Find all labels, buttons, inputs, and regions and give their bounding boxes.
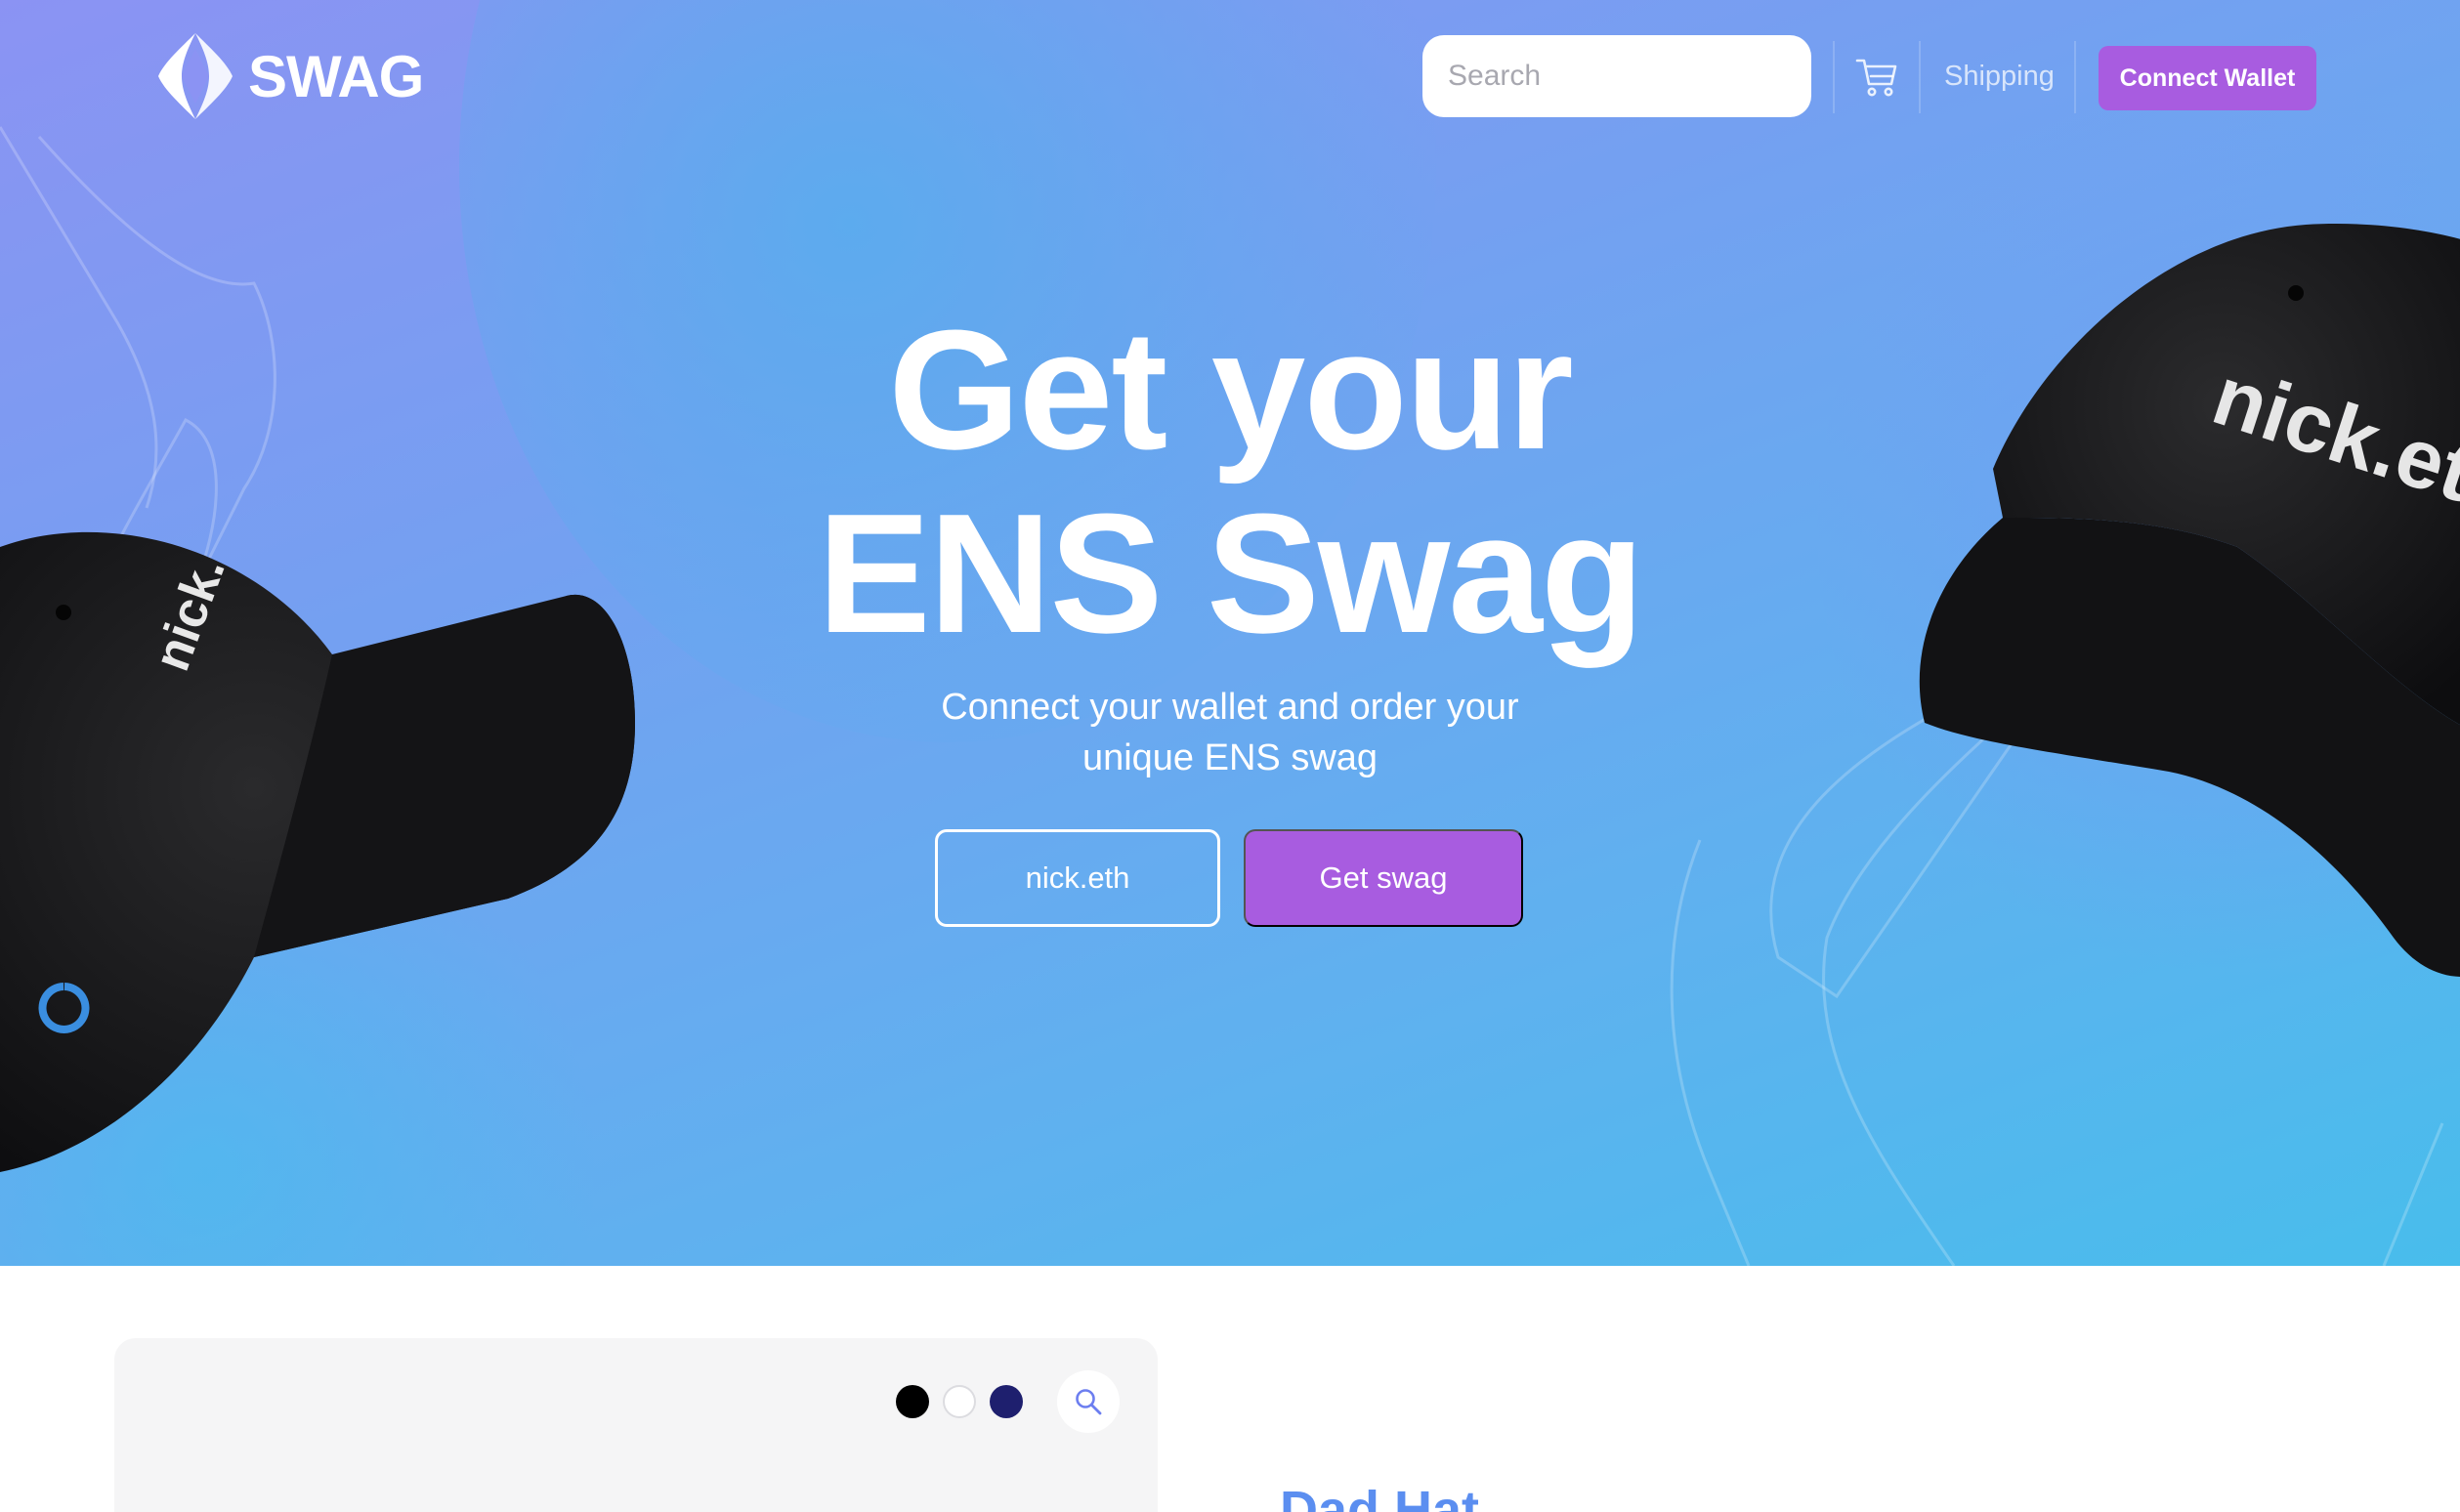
color-swatch-black[interactable] xyxy=(896,1385,929,1418)
shipping-link[interactable]: Shipping xyxy=(1944,61,2055,93)
hero-headline: Get your ENS Swag xyxy=(742,298,1718,665)
color-swatch-navy[interactable] xyxy=(990,1385,1023,1418)
hero-subtitle: Connect your wallet and order your uniqu… xyxy=(839,682,1621,783)
logo[interactable]: SWAG xyxy=(152,29,424,123)
product-image-card xyxy=(114,1338,1158,1512)
hero-section: nick. nick.et SWAG Search Shipping Conne… xyxy=(0,0,2460,1266)
product-title: Dad Hat xyxy=(1280,1481,1480,1512)
search-box[interactable] xyxy=(1422,35,1811,117)
headline-line-2: ENS Swag xyxy=(817,478,1645,668)
header-divider xyxy=(2074,41,2076,113)
zoom-button[interactable] xyxy=(1057,1370,1120,1433)
header-divider xyxy=(1833,41,1835,113)
get-swag-button[interactable]: Get swag xyxy=(1244,829,1523,927)
hat-image-left: nick. xyxy=(0,531,635,1172)
logo-text: SWAG xyxy=(248,43,424,109)
ens-logo-icon xyxy=(158,33,233,119)
search-zoom-icon xyxy=(1076,1389,1102,1415)
subtitle-line-2: unique ENS swag xyxy=(1082,737,1378,778)
headline-line-1: Get your xyxy=(888,294,1573,484)
ens-name-field[interactable]: nick.eth xyxy=(935,829,1220,927)
hat-image-right: nick.et xyxy=(1919,224,2460,977)
subtitle-line-1: Connect your wallet and order your xyxy=(941,687,1519,728)
header-divider xyxy=(1919,41,1921,113)
search-input[interactable] xyxy=(1448,60,1811,93)
cart-icon[interactable] xyxy=(1854,55,1899,100)
connect-wallet-button[interactable]: Connect Wallet xyxy=(2099,46,2316,110)
color-swatch-white[interactable] xyxy=(943,1385,976,1418)
